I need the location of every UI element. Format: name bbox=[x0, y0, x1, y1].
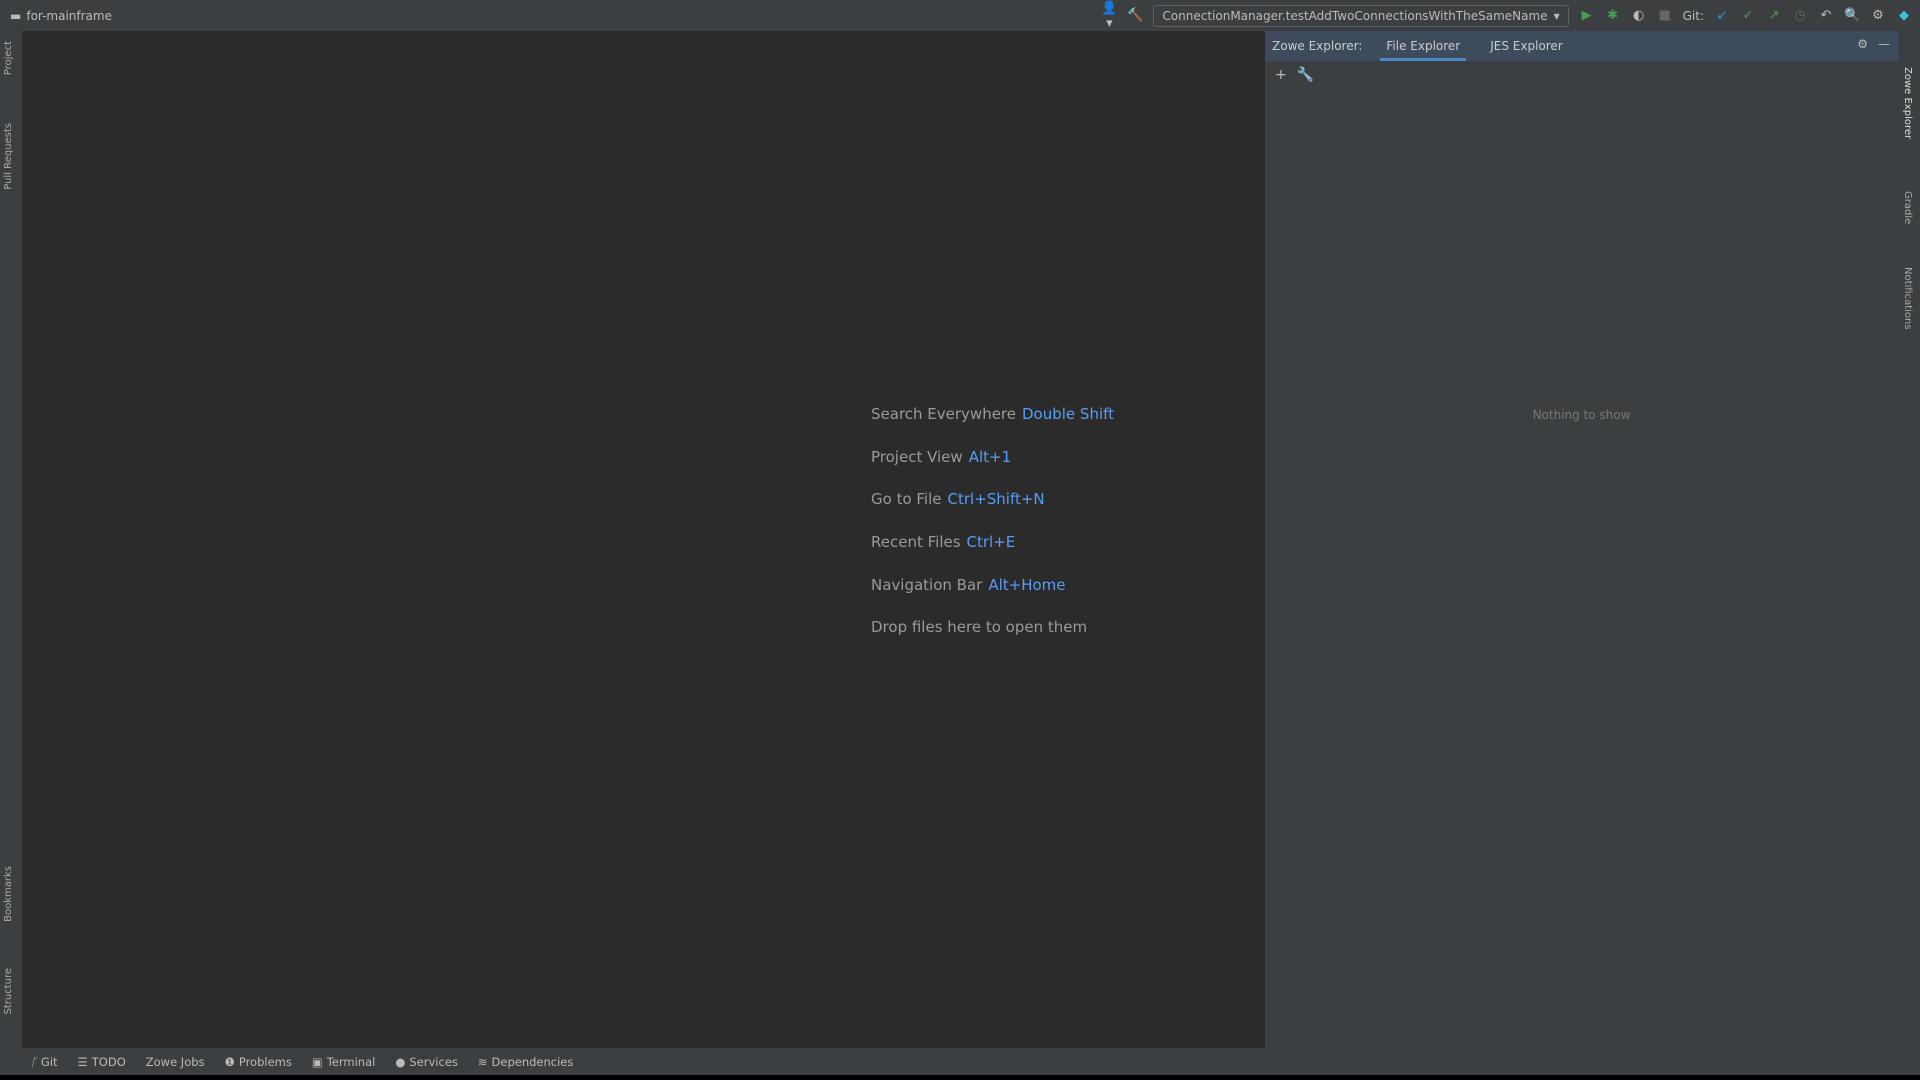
user-icon[interactable]: 👤▾ bbox=[1101, 1, 1117, 31]
hint-drop-files: Drop files here to open them bbox=[871, 618, 1088, 637]
tool-git[interactable]: ᚴ Git bbox=[30, 1055, 58, 1069]
search-icon[interactable]: 🔍 bbox=[1844, 8, 1860, 23]
terminal-icon: ▣ bbox=[311, 1054, 323, 1069]
title-bar: ▬ for-mainframe 👤▾ 🔨 ConnectionManager.te… bbox=[0, 0, 1920, 31]
tool-notifications[interactable]: Notifications bbox=[1902, 267, 1913, 330]
hint-search-everywhere: Search Everywhere Double Shift bbox=[871, 405, 1115, 423]
tool-dependencies[interactable]: ≋ Dependencies bbox=[478, 1055, 573, 1069]
editor-area[interactable]: Search Everywhere Double Shift Project Vi… bbox=[22, 31, 1265, 1048]
branch-icon: ᚴ bbox=[30, 1054, 37, 1069]
panel-toolbar: + 🔧 bbox=[1265, 61, 1898, 89]
editor-hints: Search Everywhere Double Shift Project Vi… bbox=[871, 405, 1114, 661]
tab-file-explorer[interactable]: File Explorer bbox=[1380, 31, 1467, 61]
stop-icon[interactable]: ■ bbox=[1657, 8, 1673, 23]
tool-zowe-explorer[interactable]: Zowe Explorer bbox=[1902, 67, 1913, 139]
tool-bookmarks[interactable]: Bookmarks bbox=[3, 866, 14, 922]
wrench-icon[interactable]: 🔧 bbox=[1297, 67, 1314, 83]
git-update-icon[interactable]: ↙ bbox=[1714, 8, 1730, 23]
tool-pull-requests[interactable]: Pull Requests bbox=[3, 123, 14, 190]
tool-problems[interactable]: ❶ Problems bbox=[225, 1055, 292, 1069]
coverage-icon[interactable]: ◐ bbox=[1631, 8, 1647, 23]
left-tool-strip: Project Pull Requests Bookmarks Structur… bbox=[0, 31, 22, 1048]
add-icon[interactable]: + bbox=[1275, 67, 1287, 83]
hint-recent-files: Recent Files Ctrl+E bbox=[871, 533, 1016, 552]
git-label: Git: bbox=[1682, 8, 1704, 23]
gear-icon[interactable]: ⚙ bbox=[1857, 37, 1868, 51]
debug-icon[interactable]: ✱ bbox=[1605, 8, 1621, 23]
main-toolbar: 👤▾ 🔨 ConnectionManager.testAddTwoConnect… bbox=[1101, 0, 1920, 31]
warning-icon: ❶ bbox=[224, 1054, 235, 1069]
hint-navigation-bar: Navigation Bar Alt+Home bbox=[871, 575, 1066, 594]
tool-terminal[interactable]: ▣ Terminal bbox=[312, 1055, 375, 1069]
ide-logo-icon[interactable]: ◆ bbox=[1896, 8, 1912, 23]
tool-project[interactable]: Project bbox=[3, 41, 14, 75]
zowe-explorer-panel: Zowe Explorer: File Explorer JES Explore… bbox=[1265, 31, 1898, 1048]
hint-go-to-file: Go to File Ctrl+Shift+N bbox=[871, 490, 1045, 509]
minimize-icon[interactable]: — bbox=[1878, 37, 1890, 51]
tool-todo[interactable]: ☰ TODO bbox=[78, 1055, 126, 1069]
hint-project-view: Project View Alt+1 bbox=[871, 447, 1012, 466]
run-icon[interactable]: ▶ bbox=[1579, 8, 1595, 23]
gear-icon[interactable]: ⚙ bbox=[1870, 8, 1886, 23]
layers-icon: ≋ bbox=[477, 1054, 488, 1069]
git-push-icon[interactable]: ↗ bbox=[1766, 8, 1782, 23]
tool-structure[interactable]: Structure bbox=[3, 968, 14, 1015]
bottom-tool-bar: ᚴ Git ☰ TODO Zowe Jobs ❶ Problems ▣ Terminal… bbox=[0, 1048, 1920, 1075]
panel-header: Zowe Explorer: File Explorer JES Explore… bbox=[1265, 31, 1898, 61]
tool-services[interactable]: ● Services bbox=[395, 1055, 458, 1069]
empty-state: Nothing to show bbox=[1532, 408, 1631, 422]
git-commit-icon[interactable]: ✓ bbox=[1740, 8, 1756, 23]
rollback-icon[interactable]: ↶ bbox=[1818, 8, 1834, 23]
chevron-down-icon: ▾ bbox=[1553, 8, 1560, 23]
folder-icon: ▬ bbox=[10, 8, 22, 23]
tab-jes-explorer[interactable]: JES Explorer bbox=[1484, 31, 1569, 61]
panel-title: Zowe Explorer: bbox=[1272, 39, 1363, 53]
tool-zowe-jobs[interactable]: Zowe Jobs bbox=[146, 1055, 205, 1069]
history-icon[interactable]: ◷ bbox=[1792, 8, 1808, 23]
right-tool-strip: Zowe Explorer Gradle Notifications bbox=[1898, 31, 1920, 1048]
list-icon: ☰ bbox=[77, 1054, 88, 1069]
run-configuration-select[interactable]: ConnectionManager.testAddTwoConnectionsW… bbox=[1153, 4, 1569, 27]
services-icon: ● bbox=[395, 1054, 406, 1069]
project-name[interactable]: ▬ for-mainframe bbox=[10, 9, 112, 23]
tool-gradle[interactable]: Gradle bbox=[1902, 191, 1913, 224]
build-hammer-icon[interactable]: 🔨 bbox=[1127, 8, 1143, 23]
